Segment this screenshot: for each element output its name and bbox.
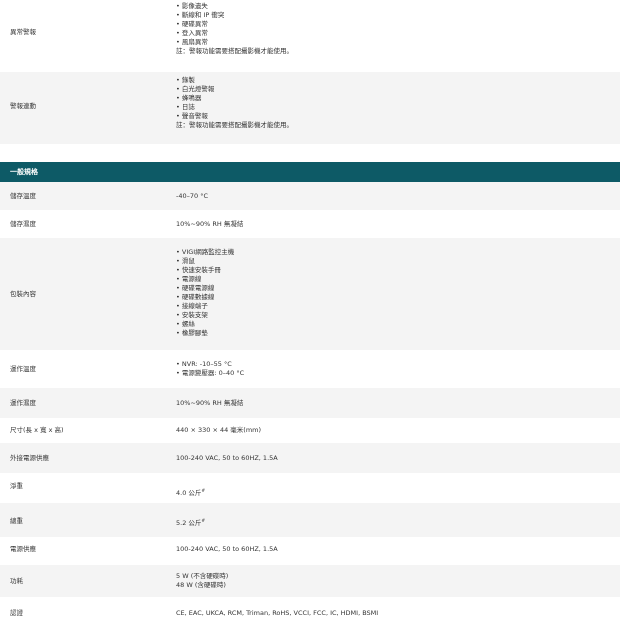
list-item: 硬碟異常 — [176, 20, 293, 29]
spec-label: 尺寸(長 x 寬 x 高) — [10, 426, 64, 434]
spec-row-power-supply: 電源供應 100-240 VAC, 50 to 60HZ, 1.5A — [0, 537, 620, 565]
bullet-list: 影像遺失 斷線和 IP 衝突 硬碟異常 登入異常 風扇異常 — [176, 2, 293, 47]
list-item: 電源線 — [176, 275, 234, 284]
spec-row-alarm-linkage: 警報連動 錄製 白光燈警報 蜂鳴器 日誌 聲音警報 註：警報功能需要搭配攝影機才… — [0, 72, 620, 144]
spec-label: 認證 — [10, 609, 23, 617]
spec-note: 註：警報功能需要搭配攝影機才能使用。 — [176, 47, 293, 55]
power-line: 48 W (含硬碟時) — [176, 581, 226, 589]
spec-label: 運作溫度 — [10, 365, 36, 373]
spec-label: 運作濕度 — [10, 399, 36, 407]
list-item: 硬碟電源線 — [176, 284, 234, 293]
spec-label: 儲存濕度 — [10, 220, 36, 228]
list-item: 錄製 — [176, 76, 293, 85]
list-item: 橡膠腳墊 — [176, 329, 234, 338]
spec-label: 總重 — [10, 517, 23, 525]
spec-value: 10%~90% RH 無凝結 — [176, 220, 244, 228]
list-item: 硬碟數據線 — [176, 293, 234, 302]
spec-label: 淨重 — [10, 482, 23, 490]
spec-value: 錄製 白光燈警報 蜂鳴器 日誌 聲音警報 註：警報功能需要搭配攝影機才能使用。 — [176, 76, 293, 130]
spec-value: NVR: -10–55 °C 電源變壓器: 0–40 °C — [176, 360, 244, 378]
list-item: NVR: -10–55 °C — [176, 360, 244, 369]
spec-value: 10%~90% RH 無凝結 — [176, 399, 244, 407]
spec-value: VIGI網路監控主機 滑鼠 快速安裝手冊 電源線 硬碟電源線 硬碟數據線 接線端… — [176, 248, 234, 338]
spec-row-external-power: 外接電源供應 100-240 VAC, 50 to 60HZ, 1.5A — [0, 443, 620, 473]
list-item: 電源變壓器: 0–40 °C — [176, 369, 244, 378]
spec-row-storage-temp: 儲存溫度 -40–70 °C — [0, 182, 620, 210]
spec-label: 功耗 — [10, 577, 23, 585]
spec-label: 包裝內容 — [10, 290, 36, 298]
list-item: 影像遺失 — [176, 2, 293, 11]
list-item: VIGI網路監控主機 — [176, 248, 234, 257]
list-item: 快速安裝手冊 — [176, 266, 234, 275]
footnote-mark: # — [201, 489, 206, 494]
spec-row-abnormal-alarm: 異常警報 影像遺失 斷線和 IP 衝突 硬碟異常 登入異常 風扇異常 註：警報功… — [0, 0, 620, 72]
bullet-list: NVR: -10–55 °C 電源變壓器: 0–40 °C — [176, 360, 244, 378]
gross-weight-value: 5.2 公斤 — [176, 519, 202, 528]
spec-row-operating-humidity: 運作濕度 10%~90% RH 無凝結 — [0, 388, 620, 418]
spec-row-certification: 認證 CE, EAC, UKCA, RCM, Triman, RoHS, VCC… — [0, 597, 620, 620]
spec-row-gross-weight: 總重 5.2 公斤# — [0, 503, 620, 537]
spec-label: 儲存溫度 — [10, 192, 36, 200]
list-item: 蜂鳴器 — [176, 94, 293, 103]
spec-row-storage-humidity: 儲存濕度 10%~90% RH 無凝結 — [0, 210, 620, 238]
spec-value: 440 × 330 × 44 毫米(mm) — [176, 426, 262, 434]
spec-value: 4.0 公斤# — [176, 487, 205, 498]
list-item: 滑鼠 — [176, 257, 234, 266]
spec-row-net-weight: 淨重 4.0 公斤# — [0, 473, 620, 503]
spec-row-dimensions: 尺寸(長 x 寬 x 高) 440 × 330 × 44 毫米(mm) — [0, 418, 620, 443]
list-item: 登入異常 — [176, 29, 293, 38]
list-item: 風扇異常 — [176, 38, 293, 47]
spec-value: -40–70 °C — [176, 192, 208, 200]
list-item: 斷線和 IP 衝突 — [176, 11, 293, 20]
bullet-list: 錄製 白光燈警報 蜂鳴器 日誌 聲音警報 — [176, 76, 293, 121]
spec-value: 5.2 公斤# — [176, 517, 205, 528]
bullet-list: VIGI網路監控主機 滑鼠 快速安裝手冊 電源線 硬碟電源線 硬碟數據線 接線端… — [176, 248, 234, 338]
spec-value: 5 W (不含硬碟時) 48 W (含硬碟時) — [176, 572, 228, 590]
spec-row-power-consumption: 功耗 5 W (不含硬碟時) 48 W (含硬碟時) — [0, 565, 620, 597]
spec-value: 影像遺失 斷線和 IP 衝突 硬碟異常 登入異常 風扇異常 註：警報功能需要搭配… — [176, 2, 293, 56]
power-line: 5 W (不含硬碟時) — [176, 572, 229, 580]
list-item: 日誌 — [176, 103, 293, 112]
section-header-general-specs: 一般規格 — [0, 162, 620, 182]
net-weight-value: 4.0 公斤 — [176, 489, 202, 498]
list-item: 接線端子 — [176, 302, 234, 311]
footnote-mark: # — [201, 519, 206, 524]
spec-row-package-contents: 包裝內容 VIGI網路監控主機 滑鼠 快速安裝手冊 電源線 硬碟電源線 硬碟數據… — [0, 238, 620, 350]
spec-value: CE, EAC, UKCA, RCM, Triman, RoHS, VCCI, … — [176, 609, 379, 617]
spec-label: 電源供應 — [10, 545, 36, 553]
list-item: 螺絲 — [176, 320, 234, 329]
spec-label: 異常警報 — [10, 28, 36, 36]
list-item: 安裝支架 — [176, 311, 234, 320]
spec-note: 註：警報功能需要搭配攝影機才能使用。 — [176, 121, 293, 129]
list-item: 聲音警報 — [176, 112, 293, 121]
spec-row-operating-temp: 運作溫度 NVR: -10–55 °C 電源變壓器: 0–40 °C — [0, 350, 620, 388]
section-title: 一般規格 — [10, 168, 38, 176]
spec-value: 100-240 VAC, 50 to 60HZ, 1.5A — [176, 545, 278, 553]
list-item: 白光燈警報 — [176, 85, 293, 94]
spec-value: 100-240 VAC, 50 to 60HZ, 1.5A — [176, 454, 278, 462]
spec-label: 警報連動 — [10, 102, 36, 110]
spec-label: 外接電源供應 — [10, 454, 49, 462]
